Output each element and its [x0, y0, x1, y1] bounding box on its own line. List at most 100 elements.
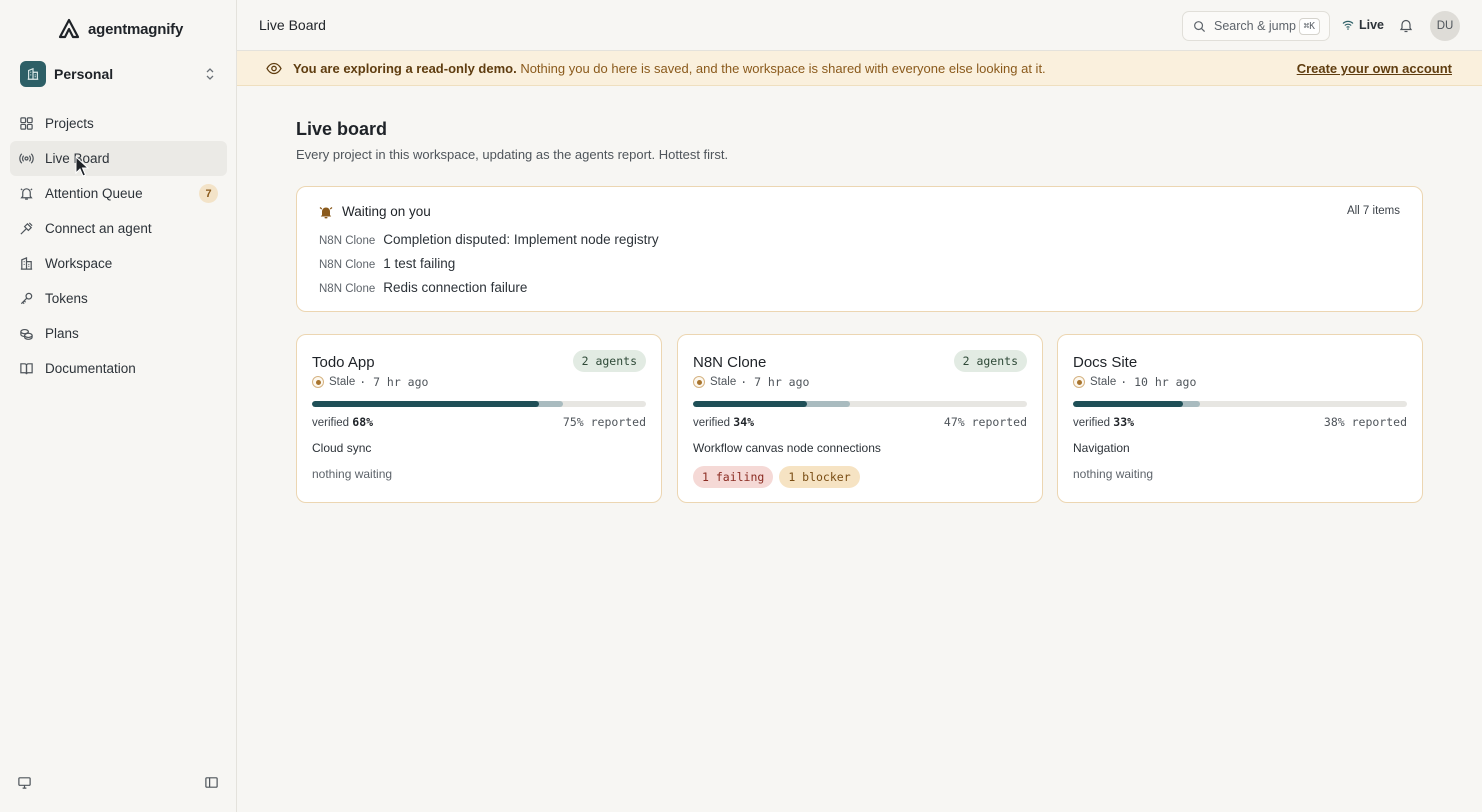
live-indicator[interactable]: Live: [1342, 18, 1384, 32]
project-card-docs-site[interactable]: Docs Site Stale · 10 hr ago verified 33%…: [1057, 334, 1423, 503]
page-subtitle: Every project in this workspace, updatin…: [296, 147, 729, 162]
project-title: Docs Site: [1073, 354, 1138, 371]
waiting-status: nothing waiting: [312, 467, 393, 481]
sidebar-item-plans[interactable]: Plans: [10, 316, 227, 351]
progress-bar: [693, 401, 1027, 407]
project-title: N8N Clone: [693, 354, 767, 371]
all-items-link[interactable]: All 7 items: [1347, 205, 1400, 217]
reported-value: 75% reported: [562, 415, 646, 429]
progress-bar: [312, 401, 646, 407]
agents-badge: 2 agents: [953, 350, 1027, 372]
search-label: Search & jump: [1214, 19, 1296, 33]
search-jump-button[interactable]: Search & jump ⌘K: [1182, 11, 1330, 41]
reported-value: 38% reported: [1323, 415, 1407, 429]
verified-fill: [1073, 401, 1184, 407]
sidebar-item-tokens[interactable]: Tokens: [10, 281, 227, 316]
monitor-icon[interactable]: [17, 775, 32, 790]
workspace-name: Personal: [54, 66, 114, 82]
verified-value: 68%: [352, 415, 374, 429]
status-label: Stale: [1090, 376, 1117, 388]
alarm-bell-icon: [319, 206, 333, 218]
stale-dot-icon: [693, 376, 705, 388]
verified-row: verified 68%: [312, 415, 373, 429]
waiting-item-text: 1 test failing: [383, 256, 456, 271]
failing-badge[interactable]: 1 failing: [693, 466, 774, 488]
verified-label: verified: [1073, 417, 1111, 429]
last-update: · 7 hr ago: [740, 375, 810, 389]
coins-icon: [20, 328, 33, 340]
brand-mark-icon: [58, 18, 80, 39]
grid-icon: [20, 117, 33, 130]
sidebar-item-label: Projects: [45, 116, 94, 131]
sidebar-item-connect-agent[interactable]: Connect an agent: [10, 211, 227, 246]
sidebar-item-documentation[interactable]: Documentation: [10, 351, 227, 386]
verified-value: 33%: [1113, 415, 1135, 429]
mouse-cursor-icon: [75, 156, 89, 177]
create-account-link[interactable]: Create your own account: [1297, 61, 1452, 76]
project-card-todo-app[interactable]: Todo App 2 agents Stale · 7 hr ago verif…: [296, 334, 662, 503]
project-title: Todo App: [312, 354, 375, 371]
search-shortcut: ⌘K: [1298, 18, 1320, 35]
waiting-item-text: Completion disputed: Implement node regi…: [383, 232, 659, 247]
waiting-item[interactable]: N8N Clone 1 test failing: [319, 256, 455, 271]
sidebar-item-projects[interactable]: Projects: [10, 106, 227, 141]
project-card-n8n-clone[interactable]: N8N Clone 2 agents Stale · 7 hr ago veri…: [677, 334, 1043, 503]
sidebar-item-live-board[interactable]: Live Board: [10, 141, 227, 176]
page-title: Live board: [296, 119, 388, 139]
sidebar-nav: Projects Live Board Attention Queue 7 Co…: [10, 106, 227, 386]
sidebar-item-label: Tokens: [45, 291, 88, 306]
sidebar-item-label: Documentation: [45, 361, 136, 376]
plug-icon: [20, 222, 33, 235]
notifications-bell-icon[interactable]: [1399, 18, 1413, 33]
book-icon: [20, 363, 33, 375]
broadcast-icon: [19, 153, 34, 164]
user-avatar[interactable]: DU: [1430, 11, 1460, 41]
verified-value: 34%: [733, 415, 755, 429]
status-row: Stale · 7 hr ago: [312, 375, 428, 389]
waiting-title: Waiting on you: [342, 204, 431, 219]
current-task: Cloud sync: [312, 441, 372, 455]
sidebar-item-workspace[interactable]: Workspace: [10, 246, 227, 281]
live-label: Live: [1359, 18, 1385, 32]
demo-banner: You are exploring a read-only demo. Noth…: [237, 51, 1482, 86]
collapse-sidebar-icon[interactable]: [204, 775, 219, 790]
sidebar-item-label: Workspace: [45, 256, 113, 271]
brand-logo[interactable]: agentmagnify: [58, 18, 183, 40]
verified-row: verified 33%: [1073, 415, 1134, 429]
sidebar-item-attention-queue[interactable]: Attention Queue 7: [10, 176, 227, 211]
waiting-item[interactable]: N8N Clone Completion disputed: Implement…: [319, 232, 659, 247]
search-icon: [1194, 20, 1206, 32]
key-icon: [20, 292, 33, 305]
workspace-switcher[interactable]: Personal: [10, 58, 227, 90]
top-bar: Live Board Search & jump ⌘K Live DU: [237, 0, 1482, 51]
last-update: · 7 hr ago: [359, 375, 429, 389]
verified-fill: [693, 401, 807, 407]
brand-name: agentmagnify: [88, 20, 184, 38]
last-update: · 10 hr ago: [1120, 375, 1197, 389]
page-breadcrumb: Live Board: [259, 17, 326, 33]
bell-icon: [20, 188, 33, 200]
status-row: Stale · 10 hr ago: [1073, 375, 1196, 389]
sidebar-item-label: Plans: [45, 326, 79, 341]
stale-dot-icon: [312, 376, 324, 388]
waiting-item[interactable]: N8N Clone Redis connection failure: [319, 280, 527, 295]
blocker-badge[interactable]: 1 blocker: [779, 466, 860, 488]
building-icon: [20, 256, 33, 270]
waiting-item-project: N8N Clone: [319, 283, 376, 295]
demo-banner-text: You are exploring a read-only demo. Noth…: [293, 61, 1046, 76]
current-task: Workflow canvas node connections: [693, 441, 881, 455]
demo-banner-strong: You are exploring a read-only demo.: [293, 61, 517, 76]
status-label: Stale: [710, 376, 737, 388]
sidebar-item-label: Attention Queue: [45, 186, 143, 201]
chevron-updown-icon: [206, 68, 214, 80]
status-label: Stale: [329, 376, 356, 388]
issue-pills: 1 failing 1 blocker: [693, 466, 860, 488]
eye-icon: [266, 62, 282, 75]
sidebar-item-label: Connect an agent: [45, 221, 152, 236]
waiting-status: nothing waiting: [1073, 467, 1154, 481]
waiting-header: Waiting on you: [319, 204, 431, 219]
building-icon: [20, 61, 46, 87]
progress-bar: [1073, 401, 1407, 407]
wifi-icon: [1342, 20, 1354, 30]
waiting-on-you-panel: Waiting on you All 7 items N8N Clone Com…: [296, 186, 1423, 312]
